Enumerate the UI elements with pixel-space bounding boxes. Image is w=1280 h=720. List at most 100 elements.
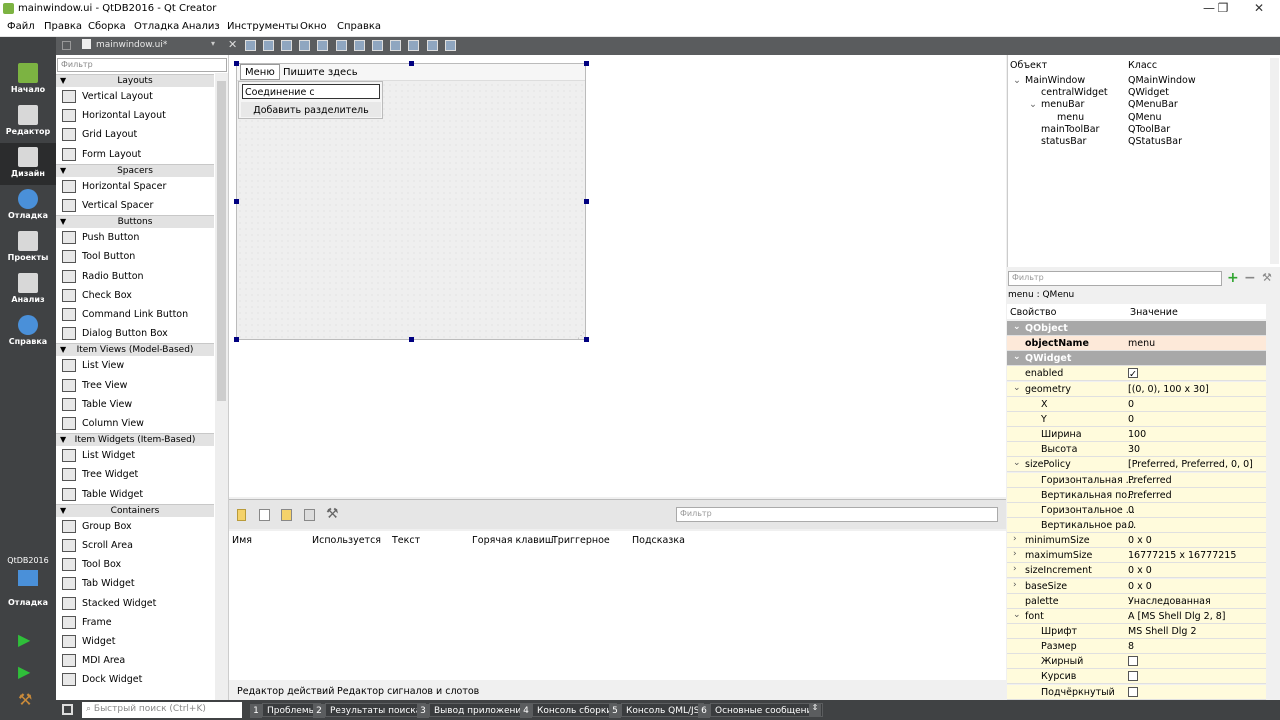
widget-item-column-view[interactable]: Column View	[56, 414, 214, 433]
column-header[interactable]: Подсказка	[632, 535, 685, 546]
category-item-views-model-based-[interactable]: ▼ Item Views (Model-Based)	[56, 343, 214, 357]
property-value[interactable]: 0	[1128, 505, 1134, 516]
edit-buddies-icon[interactable]	[281, 40, 292, 51]
property-row[interactable]: Курсив	[1007, 669, 1266, 685]
layout-grid-icon[interactable]	[390, 40, 401, 51]
object-row[interactable]: ⌄ MainWindow QMainWindow	[1007, 75, 1272, 87]
delete-action-icon[interactable]	[304, 509, 315, 521]
category-item-widgets-item-based-[interactable]: ▼ Item Widgets (Item-Based)	[56, 433, 214, 447]
category-layouts[interactable]: ▼ Layouts	[56, 74, 214, 87]
property-value[interactable]: 8	[1128, 641, 1134, 652]
widget-item-tool-box[interactable]: Tool Box	[56, 555, 214, 574]
layout-form-icon[interactable]	[408, 40, 419, 51]
property-row[interactable]: Высота 30	[1007, 442, 1266, 458]
widget-filter-input[interactable]: Фильтр	[57, 58, 227, 72]
close-button[interactable]: ✕	[1242, 0, 1276, 18]
property-row[interactable]: Подчёркнутый	[1007, 684, 1266, 700]
property-row[interactable]: › baseSize 0 x 0	[1007, 578, 1266, 594]
splitter-horizontal-icon[interactable]	[354, 40, 365, 51]
layout-horizontal-icon[interactable]	[317, 40, 328, 51]
widget-box-scrollbar[interactable]	[215, 73, 228, 700]
property-group[interactable]: ⌄ QWidget	[1007, 351, 1266, 367]
widget-item-table-widget[interactable]: Table Widget	[56, 485, 214, 504]
menu-item-menu[interactable]: Меню	[240, 64, 280, 80]
document-tab[interactable]: mainwindow.ui* ▾	[78, 38, 226, 54]
close-document-icon[interactable]: ✕	[228, 38, 237, 51]
category-buttons[interactable]: ▼ Buttons	[56, 215, 214, 229]
selection-handle[interactable]	[234, 61, 239, 66]
chevron-down-icon[interactable]: ⌄	[1013, 75, 1021, 86]
output-pane-button[interactable]: 6 Основные сообщения	[698, 703, 823, 718]
chevron-down-icon[interactable]: ▾	[211, 39, 215, 48]
widget-item-vertical-spacer[interactable]: Vertical Spacer	[56, 196, 214, 215]
property-value[interactable]: [(0, 0), 100 x 30]	[1128, 384, 1209, 395]
object-row[interactable]: mainToolBar QToolBar	[1007, 124, 1272, 136]
menu-2[interactable]: Сборка	[88, 21, 126, 32]
menu-6[interactable]: Окно	[300, 21, 327, 32]
object-row[interactable]: ⌄ menuBar QMenuBar	[1007, 99, 1272, 111]
object-row[interactable]: statusBar QStatusBar	[1007, 136, 1272, 148]
action-table[interactable]	[229, 549, 1006, 680]
property-row[interactable]: X0	[1007, 396, 1266, 412]
property-value[interactable]: Preferred	[1128, 475, 1172, 486]
toggle-sidebar-icon[interactable]	[62, 704, 73, 715]
break-layout-icon[interactable]	[427, 40, 438, 51]
copy-action-icon[interactable]	[259, 509, 270, 521]
widget-item-push-button[interactable]: Push Button	[56, 228, 214, 247]
column-header[interactable]: Используется	[312, 535, 381, 546]
selection-handle[interactable]	[234, 337, 239, 342]
widget-item-tab-widget[interactable]: Tab Widget	[56, 574, 214, 593]
property-value[interactable]: 0 x 0	[1128, 565, 1152, 576]
lock-icon[interactable]	[62, 41, 71, 50]
widget-item-widget[interactable]: Widget	[56, 632, 214, 651]
mode-design[interactable]: Дизайн	[0, 143, 56, 185]
add-separator-item[interactable]: Добавить разделитель	[241, 102, 381, 117]
menu-item-type-here[interactable]: Пишите здесь	[283, 67, 358, 78]
widget-item-check-box[interactable]: Check Box	[56, 286, 214, 305]
object-row[interactable]: centralWidget QWidget	[1007, 87, 1272, 99]
selection-handle[interactable]	[409, 337, 414, 342]
property-row[interactable]: Вертикальное ра... 0	[1007, 517, 1266, 533]
scrollbar-thumb[interactable]	[217, 81, 226, 401]
add-property-icon[interactable]: +	[1227, 270, 1239, 286]
property-row[interactable]: Шрифт MS Shell Dlg 2	[1007, 624, 1266, 639]
property-row[interactable]: › sizeIncrement 0 x 0	[1007, 563, 1266, 579]
property-row[interactable]: ⌄ geometry [(0, 0), 100 x 30]	[1007, 381, 1266, 397]
configure-icon[interactable]: ⚒	[1262, 271, 1272, 284]
widget-item-tree-view[interactable]: Tree View	[56, 376, 214, 395]
column-header[interactable]: Горячая клавиш	[472, 535, 554, 546]
property-value[interactable]: 0	[1128, 520, 1134, 531]
property-row[interactable]: Вертикальная по... Preferred	[1007, 487, 1266, 503]
action-name-input[interactable]: Соединение с	[242, 84, 380, 99]
output-pane-button[interactable]: 3 Вывод приложения	[417, 703, 532, 718]
property-scrollbar[interactable]	[1267, 304, 1279, 700]
action-filter-input[interactable]: Фильтр	[676, 507, 998, 522]
chevron-right-icon[interactable]: ›	[1013, 580, 1017, 590]
adjust-size-icon[interactable]	[445, 40, 456, 51]
mode-projects[interactable]: Проекты	[0, 227, 56, 269]
object-inspector-scrollbar[interactable]	[1270, 58, 1279, 264]
menu-7[interactable]: Справка	[337, 21, 381, 32]
build-icon[interactable]: ⚒	[18, 690, 32, 709]
property-row[interactable]: Ширина 100	[1007, 427, 1266, 443]
property-row[interactable]: objectName menu	[1007, 336, 1266, 352]
new-action-icon[interactable]	[237, 509, 246, 521]
debug-run-icon[interactable]: ▶	[18, 662, 30, 681]
splitter-vertical-icon[interactable]	[372, 40, 383, 51]
widget-item-group-box[interactable]: Group Box	[56, 517, 214, 536]
tab-action-editor[interactable]: Редактор действий	[237, 686, 334, 697]
widget-item-list-widget[interactable]: List Widget	[56, 446, 214, 465]
checkbox-unchecked[interactable]	[1128, 671, 1138, 682]
column-header[interactable]: Триггерное	[552, 535, 610, 546]
property-value[interactable]: 100	[1128, 429, 1146, 440]
property-row[interactable]: Размер 8	[1007, 639, 1266, 655]
output-pane-button[interactable]: 1 Проблемы	[250, 703, 321, 718]
chevron-down-icon[interactable]: ⌄	[1013, 352, 1021, 362]
chevron-down-icon[interactable]: ⌄	[1013, 458, 1021, 468]
property-value[interactable]: 0	[1128, 399, 1134, 410]
mode-help[interactable]: Справка	[0, 311, 56, 353]
property-value[interactable]: 0	[1128, 414, 1134, 425]
column-header[interactable]: Текст	[392, 535, 420, 546]
widget-item-grid-layout[interactable]: Grid Layout	[56, 125, 214, 144]
chevron-right-icon[interactable]: ›	[1013, 534, 1017, 544]
